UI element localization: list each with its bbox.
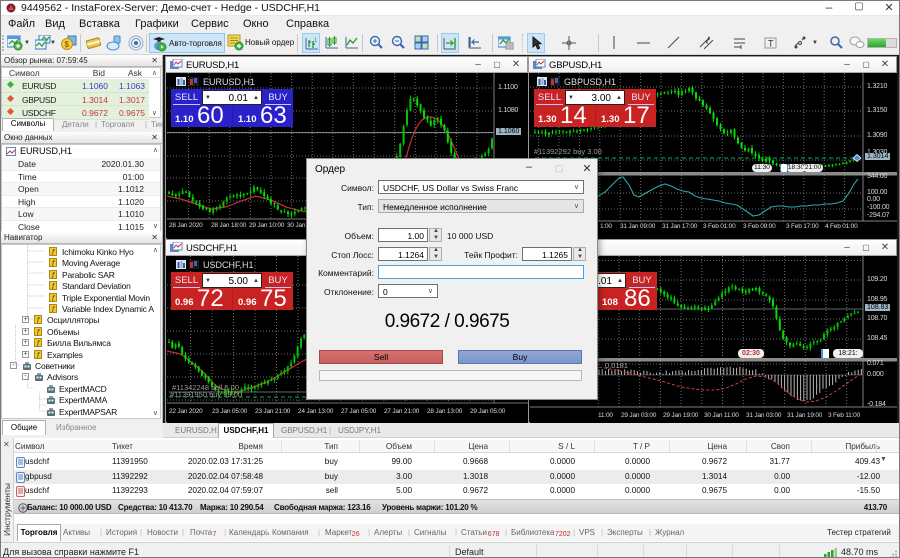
svg-text:1: 1 [314, 38, 318, 44]
svg-text:T: T [768, 39, 774, 49]
svg-text:$: $ [65, 40, 70, 49]
